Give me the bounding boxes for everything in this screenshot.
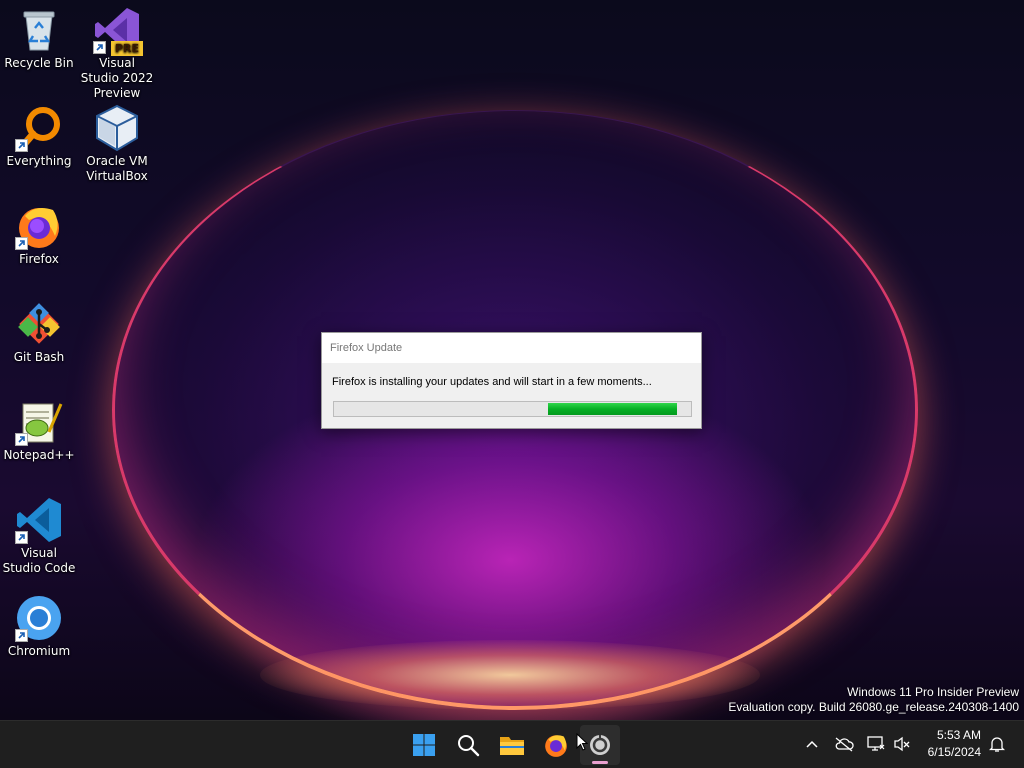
virtualbox-icon [93,104,141,152]
clock-time: 5:53 AM [936,728,981,742]
firefox-update-dialog: Firefox Update Firefox is installing you… [321,332,702,429]
notification-center-button[interactable] [984,731,1010,757]
vscode-icon [15,496,63,544]
firefox-icon [15,202,63,250]
search-icon [458,735,480,757]
shortcut-arrow-icon [15,531,28,544]
desktop-icon-label: Notepad++ [3,448,75,462]
shortcut-arrow-icon [15,139,28,152]
desktop-icon-firefox[interactable]: Firefox [1,202,77,267]
desktop-icon-visual-studio-preview[interactable]: PRE Visual Studio 2022 Preview [79,6,155,101]
desktop-icon-label: Chromium [7,644,71,658]
network-icon [867,736,885,751]
desktop-icon-everything[interactable]: Everything [1,104,77,169]
volume-muted-icon [894,736,910,752]
everything-search-icon [15,104,63,152]
desktop-icon-chromium[interactable]: Chromium [1,594,77,659]
clock-date: 6/15/2024 [927,745,981,759]
shortcut-arrow-icon [15,237,28,250]
taskbar: 5:53 AM 6/15/2024 [0,720,1024,768]
desktop-icon-git-bash[interactable]: Git Bash [1,300,77,365]
desktop-icon-label: Visual Studio Code [2,546,76,575]
git-bash-icon [15,300,63,348]
recycle-bin-icon [15,6,63,54]
chevron-up-icon [806,740,818,748]
chromium-icon [15,594,63,642]
desktop-icon-label: Git Bash [13,350,65,364]
active-app-indicator [592,761,608,764]
mouse-cursor-icon [576,733,588,751]
dialog-message: Firefox is installing your updates and w… [332,376,652,388]
desktop-icon-label: Firefox [19,252,59,266]
notepad-plus-plus-icon [15,398,63,446]
desktop-icon-notepad-plus-plus[interactable]: Notepad++ [1,398,77,463]
shortcut-arrow-icon [15,629,28,642]
search-button[interactable] [448,725,488,765]
show-hidden-icons-button[interactable] [799,731,825,757]
dialog-title: Firefox Update [322,333,701,363]
visual-studio-icon: PRE [93,6,143,56]
folder-icon [500,737,524,755]
network-tray-button[interactable] [863,731,889,757]
taskbar-clock[interactable]: 5:53 AM 6/15/2024 [928,727,981,761]
desktop-icon-virtualbox[interactable]: Oracle VM VirtualBox [79,104,155,184]
windows-logo-icon [413,734,435,756]
desktop-icon-label: Oracle VM VirtualBox [86,154,148,183]
preview-badge: PRE [110,41,143,56]
update-progress-bar [333,401,692,417]
desktop-icon-recycle-bin[interactable]: Recycle Bin [1,6,77,71]
updater-icon [590,735,610,755]
start-button[interactable] [404,725,444,765]
watermark-edition: Windows 11 Pro Insider Preview [847,685,1019,699]
firefox-taskbar-button[interactable] [536,725,576,765]
firefox-icon [545,735,567,757]
windows-watermark: Windows 11 Pro Insider Preview Evaluatio… [728,685,1019,715]
progress-fill [548,403,677,415]
onedrive-tray-button[interactable] [831,731,857,757]
volume-tray-button[interactable] [889,731,915,757]
file-explorer-button[interactable] [492,725,532,765]
watermark-build: Evaluation copy. Build 26080.ge_release.… [728,700,1019,714]
desktop-icon-vscode[interactable]: Visual Studio Code [1,496,77,576]
wallpaper-glow [260,640,760,710]
desktop-icon-label: Everything [6,154,72,168]
shortcut-arrow-icon [93,41,106,54]
desktop-icon-label: Visual Studio 2022 Preview [80,56,154,100]
cloud-offline-icon [835,737,854,752]
desktop-icon-label: Recycle Bin [4,56,74,70]
notification-bell-icon [989,737,1005,752]
shortcut-arrow-icon [15,433,28,446]
desktop: Recycle Bin PRE Visual Studio 2022 Previ… [0,0,1024,720]
